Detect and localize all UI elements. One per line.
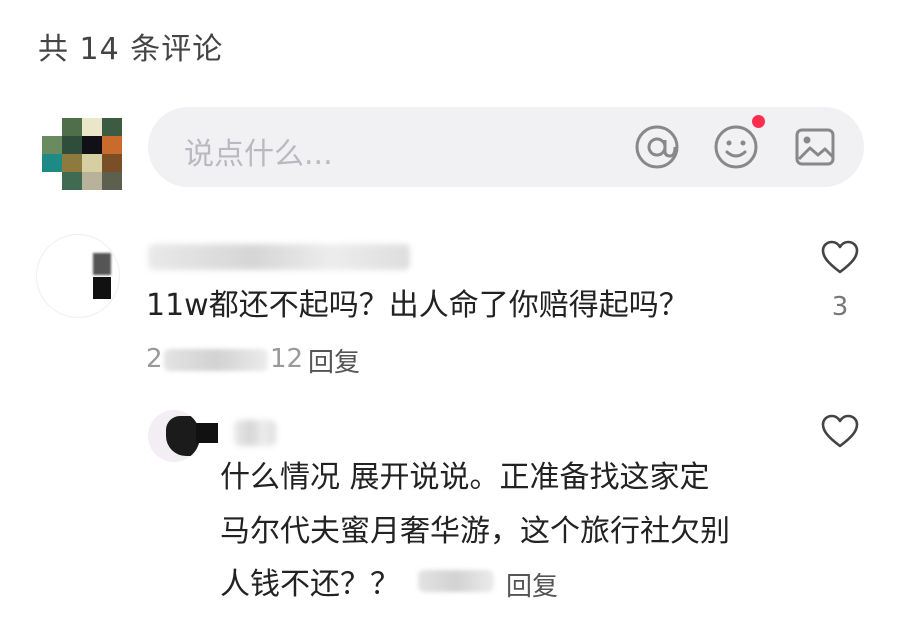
notification-dot	[752, 115, 765, 128]
comment-count-title: 共 14 条评论	[38, 32, 224, 67]
comment-meta-end: 12	[270, 344, 304, 374]
comment-composer[interactable]: 说点什么...	[148, 107, 864, 187]
like-heart-icon[interactable]	[820, 238, 860, 278]
reply-text-line-3: 人钱不还？？	[220, 567, 400, 602]
reply-button[interactable]: 回复	[506, 566, 558, 603]
commenter-avatar[interactable]	[36, 234, 120, 318]
like-count: 3	[831, 292, 849, 322]
reply-avatar[interactable]	[148, 410, 200, 462]
reply-text-line-1: 什么情况 展开说说。正准备找这家定	[220, 460, 710, 495]
reply-avatar-overlay	[196, 423, 218, 443]
reply-button[interactable]: 回复	[308, 342, 360, 379]
comment-meta-start: 2	[146, 344, 163, 374]
commenter-name-blurred[interactable]	[148, 244, 410, 270]
emoji-icon[interactable]	[713, 124, 759, 170]
comment-text: 11w都还不起吗？出人命了你赔得起吗？	[146, 288, 689, 323]
composer-placeholder[interactable]: 说点什么...	[184, 129, 333, 173]
at-icon[interactable]	[634, 124, 680, 170]
image-icon[interactable]	[792, 124, 838, 170]
like-heart-icon[interactable]	[820, 412, 860, 452]
my-avatar[interactable]	[42, 118, 122, 190]
reply-name-blurred[interactable]	[234, 420, 276, 446]
reply-meta-blurred	[418, 570, 494, 592]
comment-meta-blurred	[164, 349, 268, 371]
reply-text-line-2: 马尔代夫蜜月奢华游，这个旅行社欠别	[220, 514, 730, 549]
